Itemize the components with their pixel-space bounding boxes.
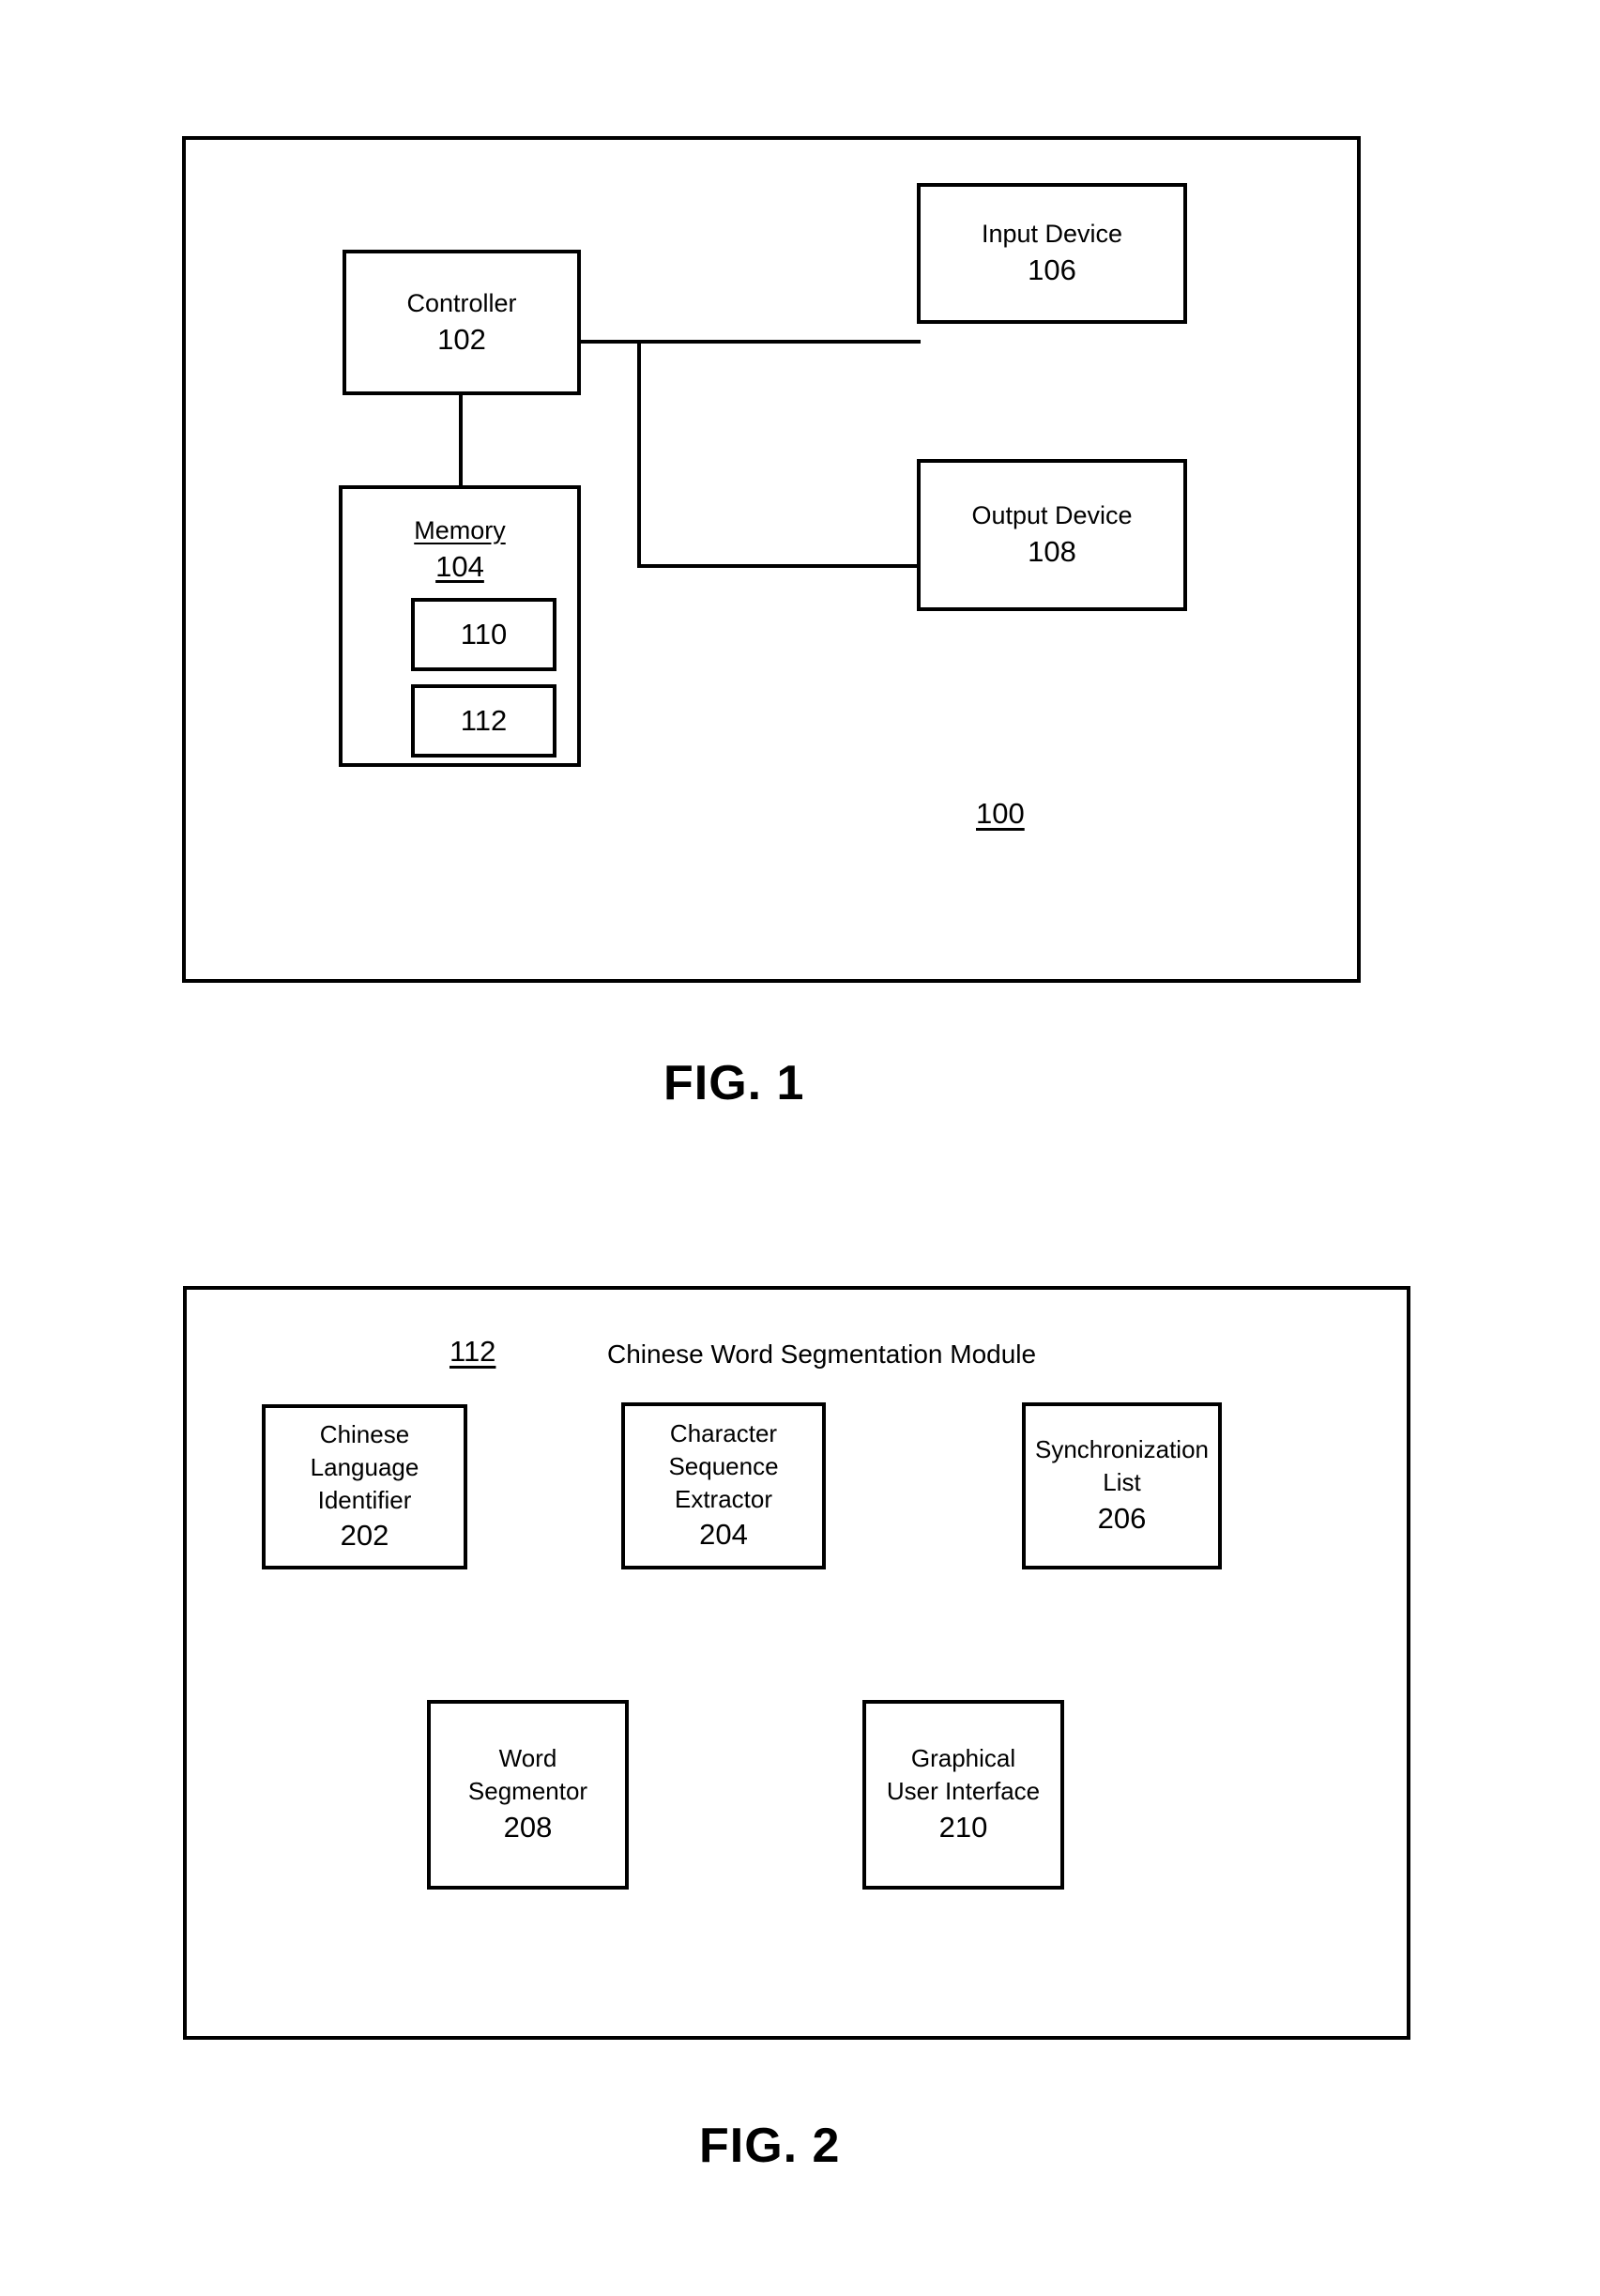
- chinese-language-identifier-box: Chinese Language Identifier 202: [262, 1404, 467, 1569]
- connector-bus-trunk: [637, 340, 641, 568]
- chinese-language-identifier-line-2: Language: [310, 1452, 419, 1481]
- character-sequence-extractor-line-1: Character: [669, 1418, 778, 1447]
- character-sequence-extractor-line-2: Sequence: [668, 1451, 779, 1480]
- output-device-title: Output Device: [971, 501, 1133, 530]
- character-sequence-extractor-line-3: Extractor: [674, 1484, 773, 1513]
- graphical-user-interface-box: Graphical User Interface 210: [862, 1700, 1064, 1890]
- output-device-ref: 108: [1028, 535, 1076, 569]
- chinese-language-identifier-line-1: Chinese: [319, 1419, 410, 1448]
- controller-title: Controller: [406, 288, 517, 317]
- word-segmentor-box: Word Segmentor 208: [427, 1700, 629, 1890]
- connector-controller-to-bus: [579, 340, 641, 344]
- chinese-language-identifier-line-3: Identifier: [317, 1485, 412, 1514]
- figure-1-caption: FIG. 1: [663, 1056, 805, 1110]
- chinese-language-identifier-ref: 202: [340, 1519, 389, 1553]
- character-sequence-extractor-ref: 204: [699, 1518, 748, 1552]
- memory-module-112-box: 112: [411, 684, 556, 758]
- figure-2-frame: 112 Chinese Word Segmentation Module Chi…: [183, 1286, 1410, 2040]
- memory-title: Memory: [414, 516, 506, 544]
- synchronization-list-line-1: Synchronization: [1035, 1435, 1209, 1464]
- synchronization-list-line-2: List: [1103, 1468, 1141, 1497]
- controller-ref: 102: [437, 322, 486, 356]
- character-sequence-extractor-box: Character Sequence Extractor 204: [621, 1402, 826, 1569]
- input-device-title: Input Device: [981, 220, 1123, 249]
- word-segmentor-line-2: Segmentor: [467, 1777, 588, 1806]
- memory-module-112-ref: 112: [460, 704, 508, 738]
- input-device-box: Input Device 106: [917, 183, 1187, 324]
- system-ref-100: 100: [976, 797, 1025, 830]
- figure-1-frame: Controller 102 Memory 104 110 112 Input …: [182, 136, 1361, 983]
- connector-bus-to-input-device: [637, 340, 921, 344]
- input-device-ref: 106: [1028, 253, 1076, 287]
- memory-ref: 104: [435, 550, 484, 584]
- connector-bus-to-output-device: [637, 564, 921, 568]
- synchronization-list-ref: 206: [1097, 1502, 1147, 1536]
- memory-module-110-ref: 110: [460, 618, 508, 651]
- graphical-user-interface-ref: 210: [938, 1811, 988, 1844]
- module-ref-112: 112: [450, 1335, 496, 1368]
- output-device-box: Output Device 108: [917, 459, 1187, 611]
- word-segmentor-line-1: Word: [498, 1744, 557, 1773]
- connector-controller-to-memory: [459, 393, 463, 487]
- controller-box: Controller 102: [343, 250, 581, 395]
- figure-2-caption: FIG. 2: [699, 2119, 841, 2173]
- graphical-user-interface-line-2: User Interface: [886, 1777, 1041, 1806]
- module-title: Chinese Word Segmentation Module: [607, 1339, 1037, 1369]
- memory-module-110-box: 110: [411, 598, 556, 671]
- graphical-user-interface-line-1: Graphical: [910, 1744, 1016, 1773]
- synchronization-list-box: Synchronization List 206: [1022, 1402, 1222, 1569]
- word-segmentor-ref: 208: [503, 1811, 553, 1844]
